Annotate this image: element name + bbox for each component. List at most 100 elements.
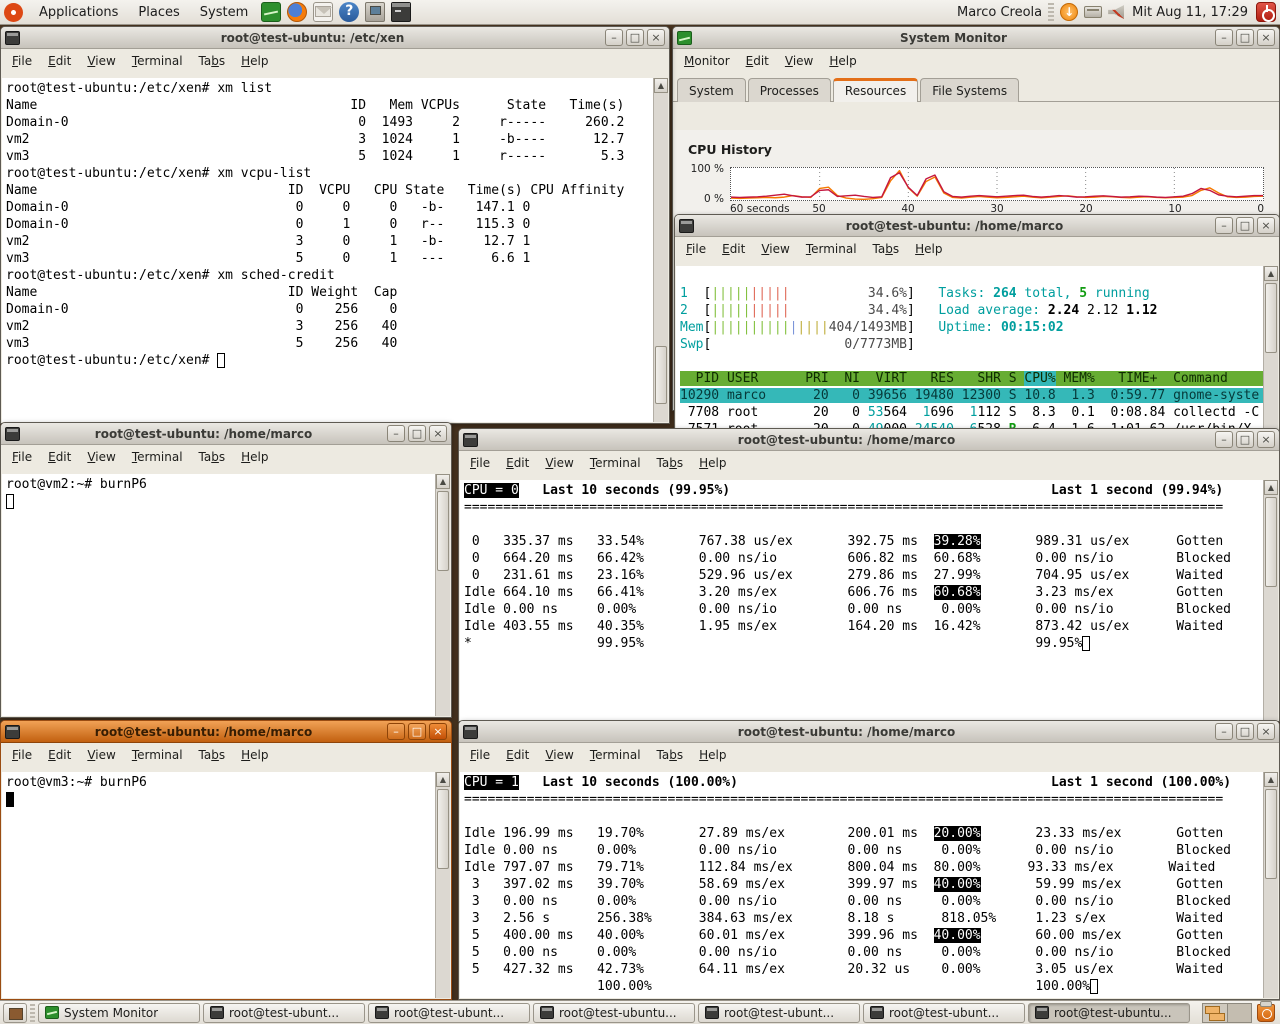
minimize-button[interactable] [1215, 723, 1233, 740]
menu-tabs[interactable]: Tabs [649, 453, 692, 473]
menu-terminal[interactable]: Terminal [798, 239, 865, 259]
workspace-1[interactable] [1203, 1004, 1227, 1022]
menu-file[interactable]: File [462, 453, 498, 473]
menu-tabs[interactable]: Tabs [865, 239, 908, 259]
workspace-2[interactable] [1227, 1004, 1251, 1022]
scrollbar[interactable]: ▲ [435, 772, 450, 998]
scroll-up-icon[interactable]: ▲ [436, 772, 450, 787]
maximize-button[interactable] [1236, 29, 1254, 46]
titlebar[interactable]: root@test-ubuntu: /home/marco [459, 429, 1279, 451]
menu-file[interactable]: File [462, 745, 498, 765]
terminal-content[interactable]: root@test-ubuntu:/etc/xen# xm listName I… [2, 78, 653, 422]
logout-power-icon[interactable] [1256, 2, 1276, 22]
ubuntu-logo-icon[interactable] [4, 3, 23, 22]
close-button[interactable] [1257, 431, 1275, 448]
menu-help[interactable]: Help [821, 51, 864, 71]
menu-terminal[interactable]: Terminal [582, 745, 649, 765]
menu-help[interactable]: Help [691, 453, 734, 473]
menu-tabs[interactable]: Tabs [191, 447, 234, 467]
titlebar[interactable]: root@test-ubuntu: /etc/xen [1, 27, 669, 49]
places-menu[interactable]: Places [128, 0, 189, 24]
menu-tabs[interactable]: Tabs [191, 745, 234, 765]
menu-edit[interactable]: Edit [714, 239, 753, 259]
minimize-button[interactable] [387, 425, 405, 442]
menu-terminal[interactable]: Terminal [124, 51, 191, 71]
menu-help[interactable]: Help [233, 51, 276, 71]
maximize-button[interactable] [1236, 217, 1254, 234]
show-desktop-icon[interactable] [3, 1003, 27, 1023]
workspace-switcher[interactable] [1202, 1003, 1252, 1023]
menu-view[interactable]: View [79, 745, 123, 765]
applications-menu[interactable]: Applications [29, 0, 128, 24]
trash-icon[interactable] [1257, 1004, 1275, 1022]
menu-view[interactable]: View [777, 51, 821, 71]
menu-edit[interactable]: Edit [40, 447, 79, 467]
menu-help[interactable]: Help [691, 745, 734, 765]
taskbar-button-root-test-ubunt[interactable]: root@test-ubunt... [368, 1003, 530, 1023]
scrollbar[interactable]: ▲ [653, 78, 668, 422]
menu-view[interactable]: View [79, 51, 123, 71]
taskbar-button-root-test-ubunt[interactable]: root@test-ubunt... [863, 1003, 1025, 1023]
terminal-content[interactable]: CPU = 0 Last 10 seconds (99.95%) Last 1 … [460, 480, 1263, 720]
menu-terminal[interactable]: Terminal [124, 745, 191, 765]
minimize-button[interactable] [1215, 29, 1233, 46]
titlebar[interactable]: root@test-ubuntu: /home/marco [1, 423, 451, 445]
close-button[interactable] [647, 29, 665, 46]
maximize-button[interactable] [626, 29, 644, 46]
menu-tabs[interactable]: Tabs [649, 745, 692, 765]
close-button[interactable] [1257, 29, 1275, 46]
menu-file[interactable]: File [4, 51, 40, 71]
volume-muted-icon[interactable] [1108, 5, 1124, 19]
mail-icon[interactable] [313, 2, 333, 22]
tab-system[interactable]: System [677, 78, 746, 102]
scroll-up-icon[interactable]: ▲ [1264, 772, 1278, 787]
tab-resources[interactable]: Resources [833, 78, 918, 102]
close-button[interactable] [429, 723, 447, 740]
taskbar-button-root-test-ubuntu[interactable]: root@test-ubuntu... [533, 1003, 695, 1023]
titlebar[interactable]: root@test-ubuntu: /home/marco [459, 721, 1279, 743]
minimize-button[interactable] [1215, 217, 1233, 234]
minimize-button[interactable] [605, 29, 623, 46]
menu-file[interactable]: File [678, 239, 714, 259]
menu-edit[interactable]: Edit [40, 51, 79, 71]
minimize-button[interactable] [387, 723, 405, 740]
tab-file-systems[interactable]: File Systems [920, 78, 1019, 102]
menu-view[interactable]: View [537, 745, 581, 765]
menu-file[interactable]: File [4, 745, 40, 765]
menu-view[interactable]: View [537, 453, 581, 473]
tab-processes[interactable]: Processes [748, 78, 831, 102]
taskbar-button-root-test-ubunt[interactable]: root@test-ubunt... [698, 1003, 860, 1023]
taskbar-button-root-test-ubunt[interactable]: root@test-ubunt... [203, 1003, 365, 1023]
clock-label[interactable]: Mit Aug 11, 17:29 [1130, 5, 1250, 20]
system-menu[interactable]: System [190, 0, 258, 24]
menu-edit[interactable]: Edit [498, 745, 537, 765]
titlebar[interactable]: root@test-ubuntu: /home/marco [675, 215, 1279, 237]
maximize-button[interactable] [1236, 431, 1254, 448]
menu-monitor[interactable]: Monitor [676, 51, 738, 71]
menu-edit[interactable]: Edit [498, 453, 537, 473]
scrollbar[interactable]: ▲ [1263, 480, 1278, 720]
close-button[interactable] [1257, 217, 1275, 234]
scrollbar[interactable]: ▲ [1263, 772, 1278, 998]
firefox-icon[interactable] [287, 2, 307, 22]
scroll-up-icon[interactable]: ▲ [654, 78, 668, 93]
scroll-up-icon[interactable]: ▲ [1264, 266, 1278, 281]
system-monitor-launcher-icon[interactable] [261, 2, 281, 22]
taskbar-button-root-test-ubuntu[interactable]: root@test-ubuntu... [1028, 1003, 1190, 1023]
scrollbar[interactable]: ▲ [435, 474, 450, 716]
menu-terminal[interactable]: Terminal [124, 447, 191, 467]
maximize-button[interactable] [1236, 723, 1254, 740]
titlebar[interactable]: root@test-ubuntu: /home/marco [1, 721, 451, 743]
titlebar[interactable]: System Monitor [673, 27, 1279, 49]
terminal-content[interactable]: CPU = 1 Last 10 seconds (100.00%) Last 1… [460, 772, 1263, 998]
menu-view[interactable]: View [79, 447, 123, 467]
keyboard-icon[interactable] [1084, 6, 1102, 18]
terminal-content[interactable]: root@vm3:~# burnP6 [2, 772, 435, 998]
menu-terminal[interactable]: Terminal [582, 453, 649, 473]
menu-help[interactable]: Help [907, 239, 950, 259]
minimize-button[interactable] [1215, 431, 1233, 448]
menu-help[interactable]: Help [233, 745, 276, 765]
scroll-up-icon[interactable]: ▲ [1264, 480, 1278, 495]
menu-view[interactable]: View [753, 239, 797, 259]
maximize-button[interactable] [408, 425, 426, 442]
